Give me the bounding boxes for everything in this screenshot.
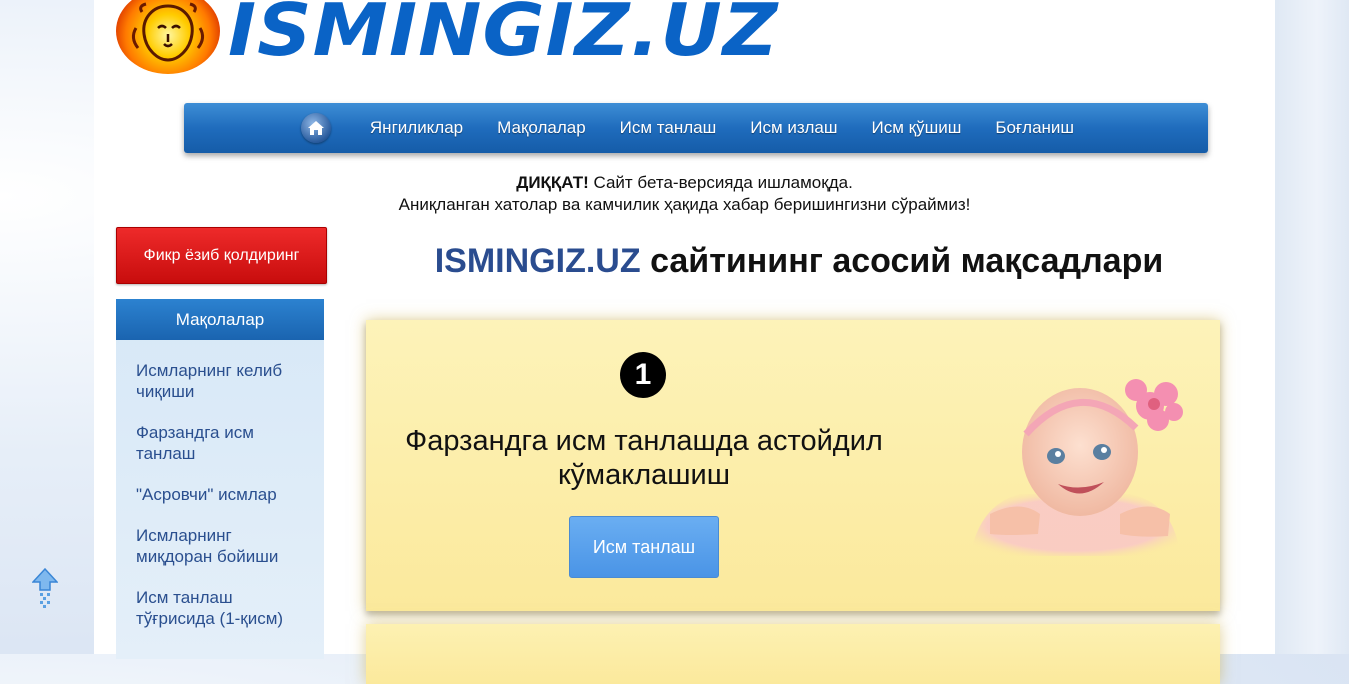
lion-logo-icon	[116, 0, 220, 74]
sidebar-articles: Мақолалар Исмларнинг келиб чиқиши Фарзан…	[116, 299, 324, 659]
notice-bold: ДИҚҚАТ!	[516, 173, 589, 192]
feedback-button[interactable]: Фикр ёзиб қолдиринг	[116, 227, 327, 284]
nav-item-search-name[interactable]: Исм излаш	[733, 103, 854, 153]
goal-card-1: 1 Фарзандга исм танлашда астойдил кўмакл…	[366, 320, 1220, 611]
home-icon[interactable]	[300, 113, 331, 143]
page-title: ISMINGIZ.UZ сайтининг асосий мақсадлари	[364, 242, 1234, 281]
nav-item-choose-name[interactable]: Исм танлаш	[603, 103, 734, 153]
sidebar-item-choosing-part1[interactable]: Исм танлаш тўғрисида (1-қисм)	[116, 587, 324, 629]
scroll-to-top-icon[interactable]	[32, 568, 58, 608]
title-rest: сайтининг асосий мақсадлари	[640, 242, 1164, 280]
baby-photo	[970, 379, 1183, 556]
notice-line1: Сайт бета-версияда ишламоқда.	[588, 173, 853, 192]
nav-item-news[interactable]: Янгиликлар	[353, 103, 480, 153]
choose-name-button[interactable]: Исм танлаш	[569, 516, 719, 578]
nav-item-add-name[interactable]: Исм қўшиш	[855, 103, 979, 153]
title-brand: ISMINGIZ.UZ	[434, 242, 641, 280]
sidebar-item-protective-names[interactable]: "Асровчи" исмлар	[116, 484, 324, 505]
sidebar-item-name-quantity[interactable]: Исмларнинг миқдоран бойиши	[116, 525, 324, 567]
notice-line2: Аниқланган хатолар ва камчилик ҳақида ха…	[398, 195, 971, 214]
step-number-badge: 1	[620, 352, 666, 398]
goal-card-text: Фарзандга исм танлашда астойдил кўмаклаш…	[405, 425, 883, 491]
background-right	[1269, 0, 1349, 654]
nav-item-contact[interactable]: Боғланиш	[978, 103, 1091, 153]
logo-text: ISMINGIZ.UZ	[228, 0, 779, 72]
main-navigation: Янгиликлар Мақолалар Исм танлаш Исм изла…	[184, 103, 1208, 153]
sidebar-header: Мақолалар	[116, 299, 324, 340]
sidebar-item-child-name[interactable]: Фарзандга исм танлаш	[116, 422, 324, 464]
nav-item-articles[interactable]: Мақолалар	[480, 103, 603, 153]
beta-notice: ДИҚҚАТ! Сайт бета-версияда ишламоқда. Ан…	[94, 172, 1275, 216]
goal-card-2	[366, 624, 1220, 684]
sidebar-item-origin[interactable]: Исмларнинг келиб чиқиши	[116, 360, 324, 402]
page-container: ISMINGIZ.UZ Янгиликлар Мақолалар Исм тан…	[94, 0, 1275, 684]
